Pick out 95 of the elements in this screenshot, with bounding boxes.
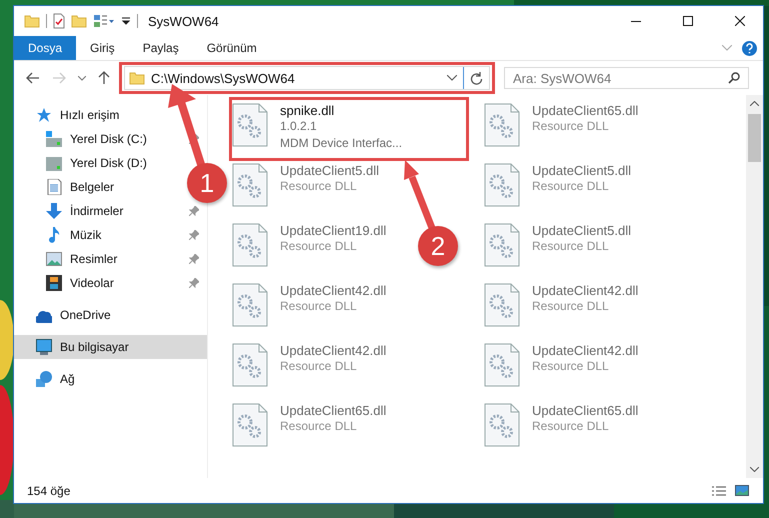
scrollbar[interactable] (746, 95, 763, 478)
ribbon-tab[interactable]: Görünüm (192, 36, 271, 60)
properties-icon[interactable] (93, 14, 115, 28)
gears-file-icon[interactable] (484, 283, 520, 327)
file-detail: Resource DLL (532, 298, 610, 315)
pin-icon[interactable] (189, 230, 199, 240)
file-detail: Resource DLL (280, 358, 358, 375)
file-name[interactable]: UpdateClient5.dll (532, 163, 632, 178)
maximize-icon (683, 16, 693, 26)
scroll-thumb[interactable] (748, 114, 761, 162)
file-detail: Resource DLL (280, 238, 358, 255)
refresh-icon[interactable] (470, 72, 483, 84)
file-name[interactable]: UpdateClient5.dll (532, 223, 632, 238)
help-icon[interactable] (742, 40, 757, 56)
document-icon (46, 179, 62, 195)
sidebar-item[interactable]: Hızlı erişim (36, 107, 120, 123)
star-icon (36, 107, 52, 123)
file-name[interactable]: UpdateClient42.dll (280, 343, 386, 358)
gears-file-icon[interactable] (232, 283, 268, 327)
pin-icon[interactable] (189, 206, 199, 216)
file-name[interactable]: UpdateClient19.dll (280, 223, 386, 238)
film-icon (46, 275, 62, 291)
search-field[interactable]: Ara: SysWOW64 (504, 67, 749, 89)
file-name[interactable]: UpdateClient65.dll (280, 403, 386, 418)
chevron-down-icon[interactable] (78, 76, 86, 80)
file-detail: Resource DLL (532, 178, 610, 195)
file-name[interactable]: spnike.dll (280, 103, 402, 118)
sidebar-item[interactable]: Ağ (36, 371, 75, 387)
sidebar-item[interactable]: Yerel Disk (C:) (46, 131, 147, 147)
file-detail: Resource DLL (532, 118, 610, 135)
music-note-icon (46, 227, 62, 243)
file-name[interactable]: UpdateClient5.dll (280, 163, 380, 178)
close-icon (735, 16, 745, 26)
forward-icon[interactable] (52, 72, 66, 84)
file-detail: MDM Device Interfac... (280, 135, 402, 152)
network-icon (36, 371, 52, 387)
gears-file-icon[interactable] (484, 403, 520, 447)
picture-icon (46, 251, 62, 267)
address-field[interactable]: C:\Windows\SysWOW64 (124, 66, 490, 90)
caret-icon[interactable] (121, 17, 131, 25)
sidebar-item[interactable]: Videolar (46, 275, 114, 291)
file-name[interactable]: UpdateClient65.dll (532, 403, 638, 418)
drive-icon (46, 155, 62, 171)
chevron-up-icon[interactable] (750, 101, 759, 106)
back-icon[interactable] (26, 72, 40, 84)
file-name[interactable]: UpdateClient65.dll (532, 103, 638, 118)
sidebar-item[interactable]: OneDrive (36, 307, 111, 323)
gears-file-icon[interactable] (484, 223, 520, 267)
monitor-icon (36, 339, 52, 355)
file-detail: 1.0.2.1 (280, 118, 318, 135)
sidebar-item[interactable]: İndirmeler (46, 203, 124, 219)
sidebar-item[interactable]: Resimler (46, 251, 118, 267)
thumbnail-view-icon[interactable] (735, 485, 749, 496)
gears-file-icon[interactable] (232, 403, 268, 447)
checklist-icon[interactable] (53, 13, 65, 29)
file-name[interactable]: UpdateClient42.dll (532, 343, 638, 358)
sidebar-item[interactable]: Belgeler (46, 179, 114, 195)
details-view-icon[interactable] (711, 486, 727, 496)
minimize-icon (631, 20, 641, 22)
file-name[interactable]: UpdateClient42.dll (280, 283, 386, 298)
sidebar-item[interactable]: Bu bilgisayar (14, 335, 207, 359)
ribbon-tab[interactable]: Giriş (76, 36, 129, 60)
arrow (404, 160, 436, 230)
gears-file-icon[interactable] (484, 343, 520, 387)
file-detail: Resource DLL (532, 358, 610, 375)
gears-file-icon[interactable] (232, 343, 268, 387)
gears-file-icon[interactable] (484, 103, 520, 147)
file-detail: Resource DLL (280, 178, 358, 195)
search-icon[interactable] (728, 72, 740, 84)
pin-icon[interactable] (189, 254, 199, 264)
pin-icon[interactable] (189, 134, 199, 144)
folder-icon[interactable] (71, 14, 87, 28)
file-name[interactable]: UpdateClient42.dll (532, 283, 638, 298)
chevron-down-icon[interactable] (750, 467, 759, 472)
ribbon-tab[interactable]: Paylaş (128, 36, 193, 60)
chevron-down-icon[interactable] (447, 75, 457, 81)
file-detail: Resource DLL (280, 298, 358, 315)
up-icon[interactable] (98, 71, 110, 85)
gears-file-icon[interactable] (484, 163, 520, 207)
file-detail: Resource DLL (280, 418, 358, 435)
download-icon (46, 203, 62, 219)
ribbon-tab[interactable]: Dosya (14, 36, 76, 60)
pin-icon[interactable] (189, 278, 199, 288)
file-detail: Resource DLL (532, 418, 610, 435)
folder-icon (129, 71, 145, 85)
gears-file-icon[interactable] (232, 163, 268, 207)
drive-icon (46, 131, 62, 147)
gears-file-icon[interactable] (232, 223, 268, 267)
sidebar-item[interactable]: Müzik (46, 227, 102, 243)
gears-file-icon[interactable] (232, 103, 268, 147)
file-detail: Resource DLL (532, 238, 610, 255)
folder-icon[interactable] (24, 14, 40, 28)
item-count: 154 öğe (27, 484, 70, 498)
sidebar-item[interactable]: Yerel Disk (D:) (46, 155, 147, 171)
window-title: SysWOW64 (147, 14, 219, 28)
